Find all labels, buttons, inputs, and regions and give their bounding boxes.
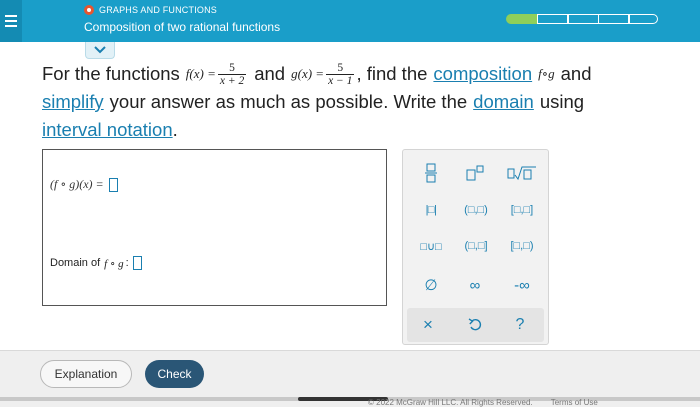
empty-set-key[interactable]: ∅ (417, 274, 445, 296)
f-numerator: 5 (229, 61, 235, 74)
undo-button[interactable] (462, 314, 488, 336)
domain-answer-input[interactable] (132, 256, 142, 270)
sqrt-key[interactable] (505, 162, 539, 184)
composition-answer-input[interactable] (108, 177, 118, 192)
collapse-toggle-button[interactable] (85, 42, 115, 59)
neg-infinity-key[interactable]: -∞ (505, 274, 539, 296)
exponent-key[interactable] (461, 162, 489, 184)
undo-icon (468, 318, 482, 331)
problem-text: and (254, 63, 286, 84)
f-denominator: x + 2 (217, 73, 247, 87)
topic-row: GRAPHS AND FUNCTIONS (84, 5, 217, 15)
problem-text: your answer as much as possible. Write t… (109, 91, 468, 112)
composition-symbol: f∘g (538, 66, 555, 81)
hamburger-menu-icon[interactable] (0, 0, 22, 42)
fraction-key-icon (425, 163, 437, 183)
terms-link[interactable]: Terms of Use (551, 398, 598, 407)
exponent-key-icon (466, 165, 484, 181)
g-definition: g(x) = (291, 66, 325, 81)
domain-fg: f ∘ g (104, 257, 124, 270)
help-button[interactable]: ? (507, 314, 533, 336)
check-button[interactable]: Check (145, 360, 204, 388)
problem-text: , find the (356, 63, 428, 84)
g-denominator: x − 1 (326, 73, 355, 87)
clear-button[interactable]: × (415, 314, 441, 336)
progress-segment (597, 14, 630, 24)
problem-statement: For the functions f(x) = 5 x + 2 and g(x… (42, 60, 682, 144)
g-fraction: 5 x − 1 (326, 61, 355, 87)
open-interval-key[interactable]: (□,□) (457, 199, 495, 221)
interval-notation-link[interactable]: interval notation (42, 116, 173, 144)
problem-text: . (172, 119, 178, 140)
top-bar: GRAPHS AND FUNCTIONS Composition of two … (0, 0, 700, 42)
chevron-down-icon (94, 46, 106, 54)
keypad-action-row: × ? (407, 308, 544, 342)
square-root-key-icon (507, 166, 536, 181)
problem-text: and (560, 63, 592, 84)
closed-interval-key[interactable]: [□,□] (503, 199, 541, 221)
g-numerator: 5 (337, 61, 344, 74)
page-title: Composition of two rational functions (84, 20, 281, 34)
progress-segment (628, 14, 658, 24)
explanation-button[interactable]: Explanation (40, 360, 132, 388)
progress-segment (567, 14, 599, 24)
f-fraction: 5 x + 2 (217, 61, 247, 87)
domain-label: Domain of (50, 257, 101, 269)
open-closed-interval-key[interactable]: (□,□] (457, 235, 495, 257)
answer-area: (f ∘ g)(x) = Domain of f ∘ g : (42, 149, 387, 306)
problem-text: using (539, 91, 585, 112)
topic-status-icon (84, 5, 94, 15)
composition-answer-row: (f ∘ g)(x) = (50, 177, 118, 192)
topic-title: GRAPHS AND FUNCTIONS (99, 5, 218, 15)
domain-link[interactable]: domain (473, 88, 534, 116)
union-key[interactable]: □∪□ (413, 235, 449, 257)
composition-link[interactable]: composition (433, 60, 532, 88)
progress-segment (536, 14, 569, 24)
math-keypad: |□| (□,□) [□,□] □∪□ (□,□] [□,□) ∅ ∞ -∞ ×… (402, 149, 549, 345)
infinity-key[interactable]: ∞ (461, 274, 489, 296)
composition-label: (f ∘ g)(x) = (50, 177, 104, 191)
domain-colon: : (125, 257, 129, 269)
progress-bar (506, 14, 658, 24)
f-definition: f(x) = (185, 66, 216, 81)
problem-text: For the functions (42, 63, 180, 84)
copyright-text: © 2022 McGraw Hill LLC. All Rights Reser… (368, 398, 533, 407)
copyright-line: © 2022 McGraw Hill LLC. All Rights Reser… (368, 398, 614, 407)
simplify-link[interactable]: simplify (42, 88, 104, 116)
closed-open-interval-key[interactable]: [□,□) (503, 235, 541, 257)
abs-key[interactable]: |□| (413, 199, 449, 221)
domain-answer-row: Domain of f ∘ g : (50, 256, 142, 270)
progress-segment (506, 14, 538, 24)
fraction-key[interactable] (417, 162, 445, 184)
